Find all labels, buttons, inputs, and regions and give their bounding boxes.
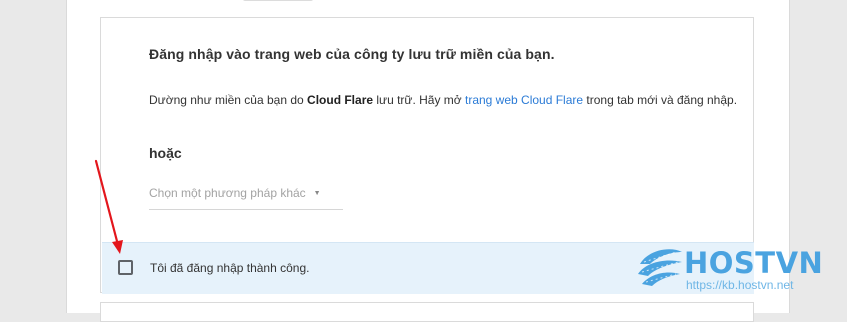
watermark-brand: HOSTVN bbox=[684, 246, 824, 280]
watermark-url: https://kb.hostvn.net bbox=[686, 278, 794, 292]
hostvn-watermark: HOSTVN https://kb.hostvn.net bbox=[636, 244, 836, 300]
hostvn-logo-icon bbox=[638, 249, 682, 286]
